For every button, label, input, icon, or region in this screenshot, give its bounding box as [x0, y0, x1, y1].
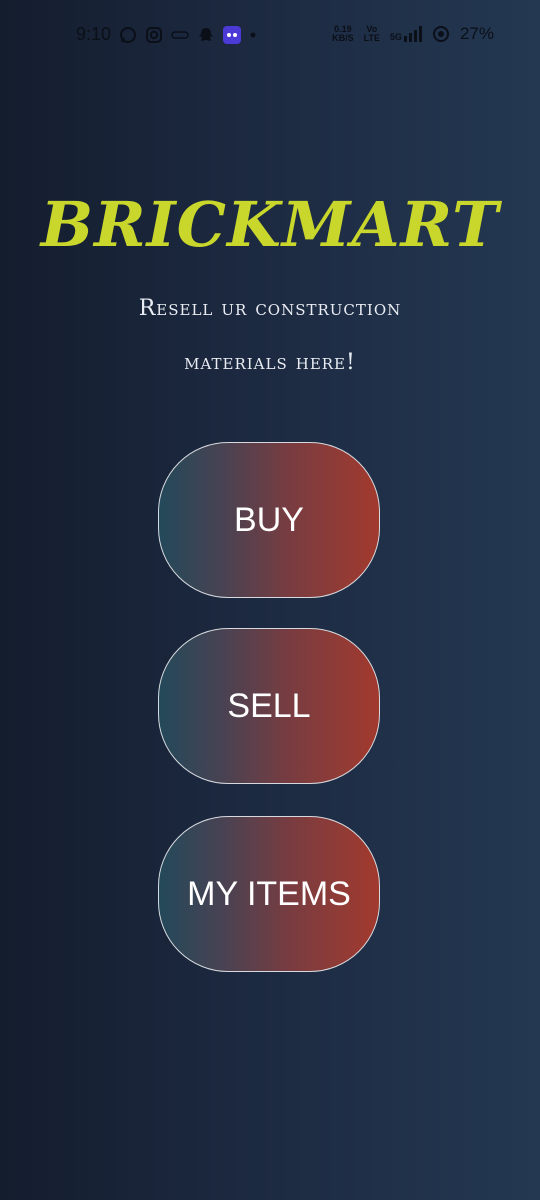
- status-bar-left: 9:10: [76, 24, 257, 45]
- sell-button[interactable]: SELL: [158, 628, 380, 784]
- battery-percent: 27%: [459, 24, 494, 43]
- my-items-button-label: MY ITEMS: [187, 874, 351, 913]
- volte-indicator: Vo LTE: [364, 25, 380, 43]
- discord-icon: [223, 25, 242, 44]
- volte-bottom: LTE: [363, 33, 380, 43]
- signal-indicator: 5G: [390, 26, 422, 42]
- speed-unit: KB/S: [332, 33, 354, 43]
- my-items-button[interactable]: MY ITEMS: [158, 816, 380, 972]
- buy-button[interactable]: BUY: [158, 442, 380, 598]
- app-subtitle: Resell ur construction materials here!: [70, 282, 470, 390]
- snapchat-icon: [199, 27, 214, 41]
- whatsapp-icon: [120, 26, 137, 43]
- status-time: 9:10: [76, 24, 112, 44]
- sell-button-label: SELL: [227, 686, 311, 725]
- network-type: 5G: [389, 32, 402, 42]
- subtitle-line-2: materials here!: [184, 350, 356, 375]
- status-bar-right: 0.19 KB/S Vo LTE 5G 27%: [332, 24, 494, 44]
- status-bar: 9:10 0.19 KB/S Vo LTE 5G 27%: [0, 0, 540, 72]
- app-title: BRICKMART: [40, 188, 500, 261]
- subtitle-line-1: Resell ur construction: [138, 296, 402, 321]
- dot-icon: [250, 32, 256, 37]
- signal-bars-icon: [403, 26, 422, 42]
- buy-button-label: BUY: [234, 500, 304, 539]
- battery-ring-icon: [432, 26, 449, 42]
- network-speed: 0.19 KB/S: [332, 25, 354, 43]
- link-icon: [171, 30, 189, 39]
- instagram-icon: [146, 26, 163, 43]
